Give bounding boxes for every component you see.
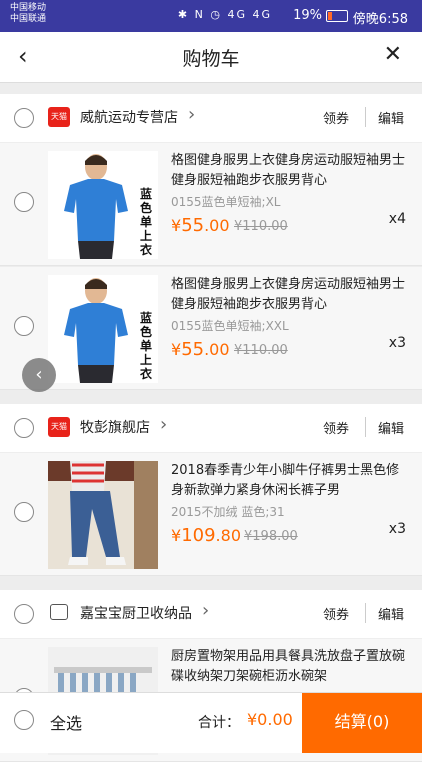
cart-item[interactable]: 蓝色单上衣 格图健身服男上衣健身房运动服短袖男士健身服短袖跑步衣服男背心 015… [0,143,422,266]
clock: 傍晚6:58 [352,12,408,27]
product-title[interactable]: 格图健身服男上衣健身房运动服短袖男士健身服短袖跑步衣服男背心 [171,275,406,315]
shop-name[interactable]: 牧彭旗舰店 [80,417,150,437]
price-integer: 55 [181,339,205,360]
shop-select-radio[interactable] [14,604,34,624]
price-integer: 109 [181,525,216,546]
page-title: 购物车 [182,48,240,70]
original-price: ¥198.00 [244,529,298,544]
product-price: ¥55.00 [171,339,230,360]
shop-select-radio[interactable] [14,108,34,128]
price-decimal: .80 [215,526,241,545]
price-integer: 55 [181,215,205,236]
product-title[interactable]: 2018春季青少年小脚牛仔裤男士黑色修身新款弹力紧身休闲长裤子男 [171,461,406,501]
product-sku[interactable]: 0155蓝色单短袖;XL [171,193,281,210]
product-title[interactable]: 格图健身服男上衣健身房运动服短袖男士健身服短袖跑步衣服男背心 [171,151,406,191]
item-select-radio[interactable] [14,316,34,336]
original-price: ¥110.00 [234,219,288,234]
product-price: ¥109.80 [171,525,241,546]
coupon-button[interactable]: 领券 [323,108,349,127]
product-image[interactable]: 蓝色单上衣 [48,275,158,383]
store-icon [50,604,68,620]
carrier-1: 中国移动 [10,3,47,13]
chevron-right-icon[interactable]: › [188,104,195,125]
divider [365,107,366,127]
shop-header: 嘉宝宝厨卫收纳品 › 领券 编辑 [0,590,422,639]
item-select-radio[interactable] [14,502,34,522]
shop-header: 天猫 牧彭旗舰店 › 领券 编辑 [0,404,422,453]
shop-name[interactable]: 嘉宝宝厨卫收纳品 [80,603,192,623]
product-image[interactable]: 蓝色单上衣 [48,151,158,259]
divider [365,603,366,623]
chevron-right-icon[interactable]: › [160,414,167,435]
original-price: ¥110.00 [234,343,288,358]
cart-item[interactable]: 2018春季青少年小脚牛仔裤男士黑色修身新款弹力紧身休闲长裤子男 2015不加绒… [0,453,422,576]
cart-item[interactable]: 蓝色单上衣 格图健身服男上衣健身房运动服短袖男士健身服短袖跑步衣服男背心 015… [0,267,422,390]
select-all-label[interactable]: 全选 [50,710,82,734]
product-price: ¥55.00 [171,215,230,236]
product-quantity: x4 [388,211,406,227]
side-label: 蓝色单上衣 [140,311,153,381]
item-select-radio[interactable] [14,192,34,212]
product-sku[interactable]: 0155蓝色单短袖;XXL [171,317,289,334]
close-icon[interactable]: ✕ [384,42,402,67]
status-icons: ✱ N ◷ 4G 4G [177,8,272,21]
bottom-bar: 全选 合计： ¥0.00 结算(0) [0,692,422,753]
battery-icon [326,10,348,22]
floating-back-icon[interactable]: ‹ [22,358,56,392]
shop-select-radio[interactable] [14,418,34,438]
currency-symbol: ¥ [171,216,182,235]
price-decimal: .00 [204,340,230,359]
side-label: 蓝色单上衣 [140,187,153,257]
product-sku[interactable]: 2015不加绒 蓝色;31 [171,503,285,520]
currency-symbol: ¥ [171,526,182,545]
edit-button[interactable]: 编辑 [378,418,404,437]
carrier-info: 中国移动 中国联通 [10,3,46,25]
shop-header: 天猫 威航运动专营店 › 领券 编辑 [0,94,422,143]
total-value: ¥0.00 [247,710,293,729]
tmall-badge-icon: 天猫 [48,107,70,127]
coupon-button[interactable]: 领券 [323,604,349,623]
divider [365,417,366,437]
product-quantity: x3 [388,521,406,537]
select-all-radio[interactable] [14,710,34,730]
product-image[interactable] [48,461,158,569]
carrier-2: 中国联通 [10,14,47,24]
chevron-right-icon[interactable]: › [202,600,209,621]
tmall-badge-icon: 天猫 [48,417,70,437]
status-bar: 中国移动 中国联通 ✱ N ◷ 4G 4G 19% 傍晚6:58 [0,0,422,32]
checkout-button[interactable]: 结算(0) [302,693,422,753]
shop-name[interactable]: 威航运动专营店 [80,107,178,127]
product-title[interactable]: 厨房置物架用品用具餐具洗放盘子置放碗碟收纳架刀架碗柜沥水碗架 [171,647,406,687]
battery-percent: 19% [293,8,322,23]
price-decimal: .00 [204,216,230,235]
total-label: 合计： [198,715,240,731]
product-quantity: x3 [388,335,406,351]
coupon-button[interactable]: 领券 [323,418,349,437]
currency-symbol: ¥ [171,340,182,359]
nav-bar: ‹ 购物车 ✕ [0,32,422,83]
edit-button[interactable]: 编辑 [378,604,404,623]
edit-button[interactable]: 编辑 [378,108,404,127]
